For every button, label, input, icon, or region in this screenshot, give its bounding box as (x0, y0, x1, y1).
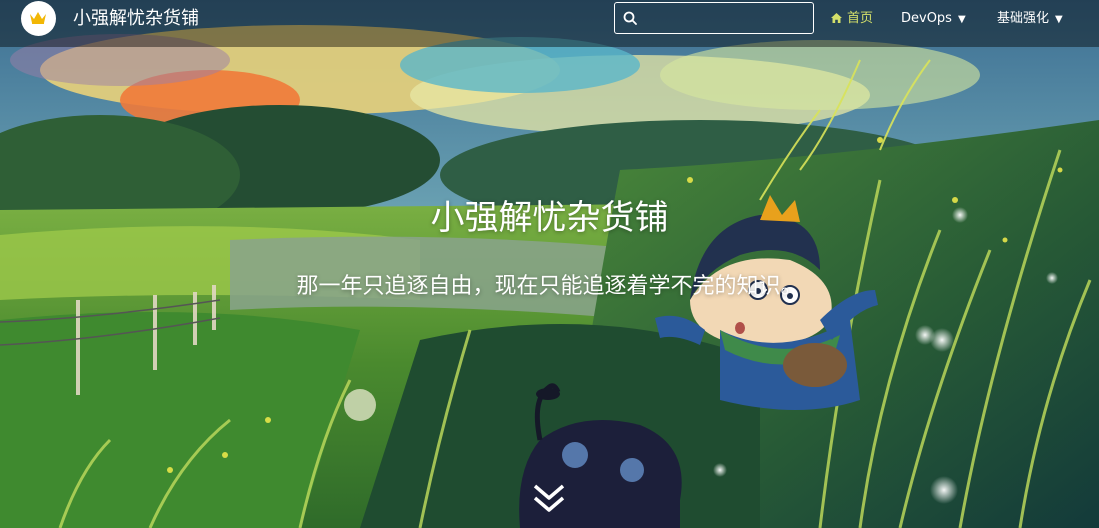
hero-title: 小强解忧杂货铺 (430, 198, 669, 238)
nav-item-label: 首页 (847, 11, 874, 26)
hero-background-image (0, 0, 1099, 528)
nav-item-home[interactable]: 首页 (830, 10, 873, 28)
search-icon (623, 11, 637, 25)
hero-subtitle: 那一年只追逐自由，现在只能追逐着学不完的知识。 (296, 274, 803, 299)
site-logo[interactable] (21, 1, 56, 36)
nav-item-label: 基础强化 (997, 11, 1050, 26)
site-title[interactable]: 小强解忧杂货铺 (73, 8, 199, 30)
nav-item-devops[interactable]: DevOps ▼ (901, 10, 966, 29)
nav-item-basics[interactable]: 基础强化 ▼ (997, 10, 1063, 29)
search-box[interactable] (614, 2, 814, 34)
scroll-down-button[interactable] (529, 480, 569, 520)
caret-down-icon: ▼ (957, 14, 966, 25)
home-icon (831, 13, 842, 23)
hero-banner: 小强解忧杂货铺 首页 DevOps ▼ 基础强化 ▼ 小强解忧杂货铺 那一年只追逐自… (0, 0, 1099, 528)
crown-icon (30, 12, 46, 24)
caret-down-icon: ▼ (1055, 14, 1063, 25)
top-navbar: 小强解忧杂货铺 首页 DevOps ▼ 基础强化 ▼ (0, 0, 1099, 47)
search-input[interactable] (643, 5, 813, 33)
double-chevron-down-icon (533, 484, 565, 512)
nav-item-label: DevOps (901, 11, 952, 26)
